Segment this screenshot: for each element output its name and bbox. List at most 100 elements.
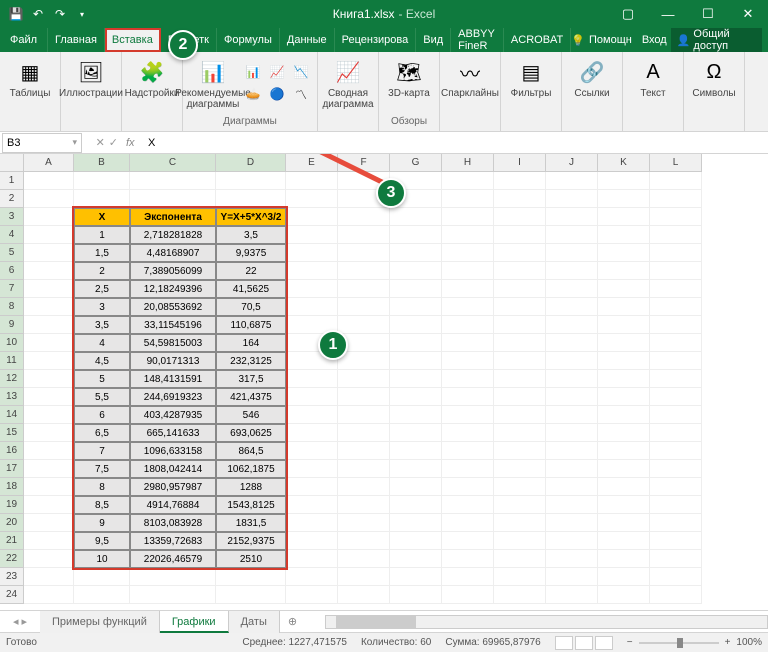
zoom-out-icon[interactable]: − [627,637,633,648]
cell[interactable] [546,244,598,262]
col-header-F[interactable]: F [338,154,390,172]
cell[interactable]: 7,5 [74,460,130,478]
cell[interactable] [24,208,74,226]
cell[interactable] [286,550,338,568]
cell[interactable] [390,442,442,460]
cell[interactable]: 22026,46579 [130,550,216,568]
tab-Формулы[interactable]: Формулы [217,28,280,52]
ribbon-btn-Надстройки[interactable]: 🧩Надстройки [126,58,178,99]
cell[interactable] [546,424,598,442]
cell[interactable] [338,460,390,478]
cell[interactable] [338,532,390,550]
cell[interactable] [24,442,74,460]
view-break-icon[interactable] [595,636,613,650]
cell[interactable] [74,568,130,586]
cell[interactable]: 1096,633158 [130,442,216,460]
cell[interactable]: 12,18249396 [130,280,216,298]
cell[interactable]: 8 [74,478,130,496]
cell[interactable] [650,532,702,550]
add-sheet-button[interactable]: ⊕ [280,615,305,628]
cell[interactable] [598,208,650,226]
cell[interactable] [24,568,74,586]
cell[interactable] [546,262,598,280]
cell[interactable] [546,496,598,514]
col-header-E[interactable]: E [286,154,338,172]
view-normal-icon[interactable] [555,636,573,650]
cell[interactable] [598,478,650,496]
qat-dropdown-icon[interactable]: ▾ [74,6,90,22]
cell[interactable] [24,550,74,568]
cell[interactable]: 1543,8125 [216,496,286,514]
cell[interactable] [546,172,598,190]
cell[interactable] [598,388,650,406]
tab-Рецензирова[interactable]: Рецензирова [335,28,417,52]
tab-file[interactable]: Файл [0,28,48,52]
ribbon-btn-Символы[interactable]: ΩСимволы [688,58,740,99]
cell[interactable] [442,586,494,604]
cell[interactable]: 2,5 [74,280,130,298]
row-header-24[interactable]: 24 [0,586,24,604]
view-buttons[interactable] [555,636,613,650]
cell[interactable] [338,424,390,442]
cell[interactable] [650,496,702,514]
cell[interactable] [390,460,442,478]
cell[interactable] [216,568,286,586]
cell[interactable] [598,586,650,604]
cell[interactable] [130,568,216,586]
cell[interactable]: 164 [216,334,286,352]
row-header-14[interactable]: 14 [0,406,24,424]
cell[interactable] [286,298,338,316]
cell[interactable]: 33,11545196 [130,316,216,334]
cell[interactable] [494,550,546,568]
cell[interactable] [494,172,546,190]
cell[interactable]: 1288 [216,478,286,496]
cell[interactable] [442,190,494,208]
col-header-H[interactable]: H [442,154,494,172]
cell[interactable]: 693,0625 [216,424,286,442]
cell[interactable] [24,172,74,190]
tab-ABBYY FineR[interactable]: ABBYY FineR [451,28,504,52]
cell[interactable] [390,586,442,604]
cell[interactable]: 244,6919323 [130,388,216,406]
cell[interactable]: 1808,042414 [130,460,216,478]
tab-Главная[interactable]: Главная [48,28,105,52]
cell[interactable] [650,586,702,604]
cell[interactable]: 1831,5 [216,514,286,532]
cell[interactable] [24,478,74,496]
cell[interactable]: 13359,72683 [130,532,216,550]
tell-me-label[interactable]: Помощн [589,34,632,46]
cell[interactable] [338,298,390,316]
cell[interactable]: 110,6875 [216,316,286,334]
cell[interactable] [546,568,598,586]
row-header-5[interactable]: 5 [0,244,24,262]
cell[interactable]: 4,5 [74,352,130,370]
cell[interactable] [24,496,74,514]
cell[interactable] [338,262,390,280]
cell[interactable] [338,550,390,568]
cell[interactable] [650,190,702,208]
ribbon-btn-3D-карта[interactable]: 🗺3D-карта [383,58,435,99]
cell[interactable] [650,298,702,316]
cell[interactable] [24,370,74,388]
zoom-level[interactable]: 100% [736,637,762,648]
cell[interactable] [286,460,338,478]
cell[interactable] [390,532,442,550]
cell[interactable] [494,460,546,478]
cell[interactable] [598,316,650,334]
cell[interactable] [390,550,442,568]
cell[interactable] [494,388,546,406]
zoom-control[interactable]: − + 100% [627,637,762,648]
tell-me-icon[interactable]: 💡 [571,34,585,47]
cell[interactable] [442,226,494,244]
cell[interactable] [24,262,74,280]
cell[interactable] [338,208,390,226]
cell[interactable] [494,532,546,550]
row-header-16[interactable]: 16 [0,442,24,460]
cell[interactable] [286,244,338,262]
cell[interactable] [286,226,338,244]
cell[interactable] [494,352,546,370]
cell[interactable] [442,370,494,388]
cell[interactable]: 317,5 [216,370,286,388]
cell[interactable] [546,460,598,478]
cell[interactable] [390,388,442,406]
